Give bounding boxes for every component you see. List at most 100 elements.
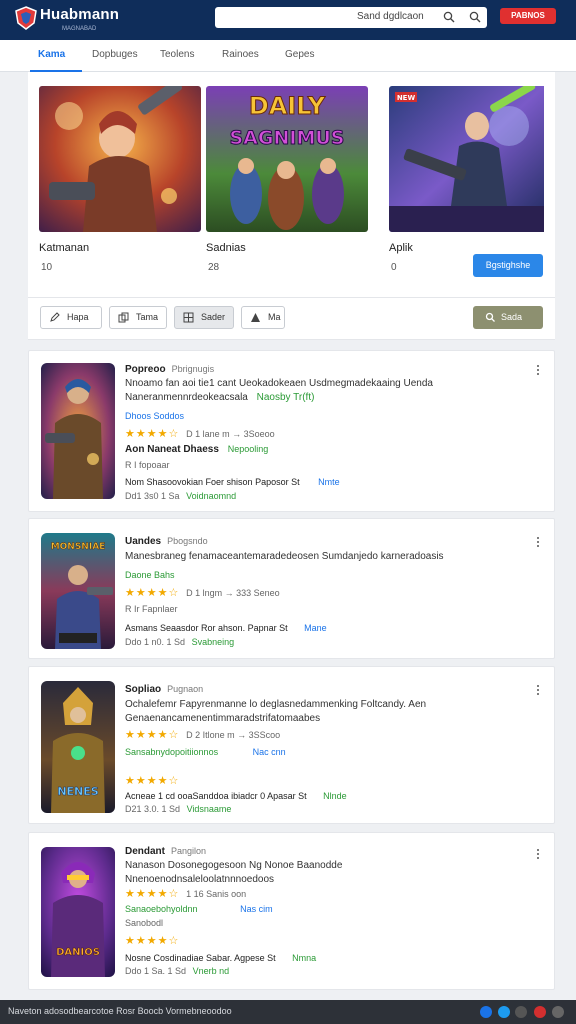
- tab-rainoes[interactable]: Rainoes: [222, 49, 259, 60]
- listing-tag[interactable]: Sansabnydopoitiionnos: [125, 747, 218, 757]
- tab-kama[interactable]: Kama: [38, 49, 65, 60]
- more-options-icon[interactable]: [532, 683, 544, 697]
- filter-chip-sader[interactable]: Sader: [174, 306, 234, 329]
- featured-3-number: 0: [391, 262, 397, 273]
- listing-more-link[interactable]: Mane: [304, 623, 327, 633]
- listing-card[interactable]: NENES Sopliao Pugnaon Ochalefemr Fapyrenm…: [28, 666, 555, 824]
- listing-thumbnail[interactable]: [41, 363, 115, 499]
- search-icon[interactable]: [443, 11, 455, 23]
- listing-rank: R I fopoaar: [125, 460, 170, 470]
- facebook-icon[interactable]: [480, 1006, 492, 1018]
- more-options-icon[interactable]: [532, 363, 544, 377]
- listing-stats-row: Ddo 1 Sa. 1 Sd Vnerb nd: [125, 966, 229, 976]
- filter-chip-label: Tama: [136, 312, 159, 322]
- listing-location-row: Asmans Seaasdor Ror ahson. Papnar St Man…: [125, 623, 327, 633]
- listing-more-link[interactable]: Nmna: [292, 953, 316, 963]
- listing-subtitle: Pbogsndo: [167, 536, 208, 546]
- featured-image-3[interactable]: NEW: [389, 86, 551, 232]
- listing-description: Nanason Dosonegogesoon Ng Nonoe Baanodde: [125, 860, 343, 871]
- listing-description: Nnoamo fan aoi tie1 cant Ueokadokeaen Us…: [125, 378, 433, 389]
- menu-dot: [537, 369, 539, 371]
- listing-location-row: Nosne Cosdinadiae Sabar. Agpese St Nmna: [125, 953, 316, 963]
- listing-thumbnail[interactable]: NENES: [41, 681, 115, 813]
- listing-thumbnail[interactable]: DANIOS: [41, 847, 115, 977]
- listing-desc-text: Naneranmennrdeokeacsala: [125, 392, 248, 403]
- tab-gepes[interactable]: Gepes: [285, 49, 314, 60]
- filter-chip-ma[interactable]: Ma: [241, 306, 285, 329]
- listing-card[interactable]: MONSNIAE Uandes Pbogsndo Manesbraneg fena…: [28, 518, 555, 659]
- settings-icon[interactable]: [552, 1006, 564, 1018]
- search-input[interactable]: Sand dgdlcaon: [215, 7, 487, 28]
- listing-2-art-title: MONSNIAE: [51, 542, 106, 552]
- listing-title-row: Dendant Pangilon: [125, 846, 206, 857]
- filter-bar: Hapa Tama Sader Ma Sada: [28, 298, 555, 340]
- listing-subtitle: Pugnaon: [167, 684, 204, 694]
- promo-button[interactable]: PABNOS: [500, 8, 556, 24]
- listing-tag[interactable]: Daone Bahs: [125, 570, 175, 580]
- filter-chip-tama[interactable]: Tama: [109, 306, 167, 329]
- listing-tag-link[interactable]: Nac cnn: [253, 747, 286, 757]
- listing-4-art-title: DANIOS: [56, 947, 100, 958]
- youtube-icon[interactable]: [534, 1006, 546, 1018]
- listing-title[interactable]: Dendant: [125, 846, 165, 857]
- top-bar: Huabmann MAGNABAD Sand dgdlcaon PABNOS: [0, 0, 576, 40]
- more-options-icon[interactable]: [532, 535, 544, 549]
- footer-bar: Naveton adosodbearcotoe Rosr Boocb Vorme…: [0, 1000, 576, 1024]
- menu-dot: [537, 541, 539, 543]
- share-icon[interactable]: [515, 1006, 527, 1018]
- listing-tag-link[interactable]: Nas cim: [240, 904, 273, 914]
- listing-more-link[interactable]: Nlnde: [323, 791, 347, 801]
- featured-image-2[interactable]: DAILY SAGNIMUS: [206, 86, 368, 232]
- space-soldier-art-icon: NEW: [389, 86, 544, 232]
- listing-subtitle: Pbrignugis: [171, 364, 215, 374]
- menu-dot: [537, 537, 539, 539]
- hero-warrior-art-icon: [39, 86, 201, 232]
- featured-image-1[interactable]: [39, 86, 201, 232]
- listing-card[interactable]: DANIOS Dendant Pangilon Nanason Dosonegog…: [28, 832, 555, 990]
- listing-card[interactable]: Popreoo Pbrignugis Nnoamo fan aoi tie1 ca…: [28, 350, 555, 512]
- featured-2-name[interactable]: Sadnias: [206, 242, 246, 254]
- search-submit-icon[interactable]: [469, 11, 481, 23]
- listing-location: Nosne Cosdinadiae Sabar. Agpese St: [125, 953, 276, 963]
- tab-dopbuges[interactable]: Dopbuges: [92, 49, 138, 60]
- pencil-icon: [50, 312, 60, 322]
- listing-verified: Svabneing: [191, 637, 235, 647]
- listing-stats: Ddo 1 n0. 1 Sd: [125, 637, 186, 647]
- listing-title[interactable]: Popreoo: [125, 364, 166, 375]
- filter-chip-hapa[interactable]: Hapa: [40, 306, 102, 329]
- listing-more-link[interactable]: Nmte: [318, 477, 340, 487]
- featured-1-name[interactable]: Katmanan: [39, 242, 89, 254]
- listing-title[interactable]: Uandes: [125, 536, 161, 547]
- daily-sagnimus-art-icon: DAILY SAGNIMUS: [206, 86, 368, 232]
- listing-thumbnail[interactable]: MONSNIAE: [41, 533, 115, 649]
- listing-description-2: Naneranmennrdeokeacsala Naosby Tr(ft): [125, 392, 314, 403]
- listing-tag[interactable]: Sanaoebohyoldnn: [125, 904, 198, 914]
- listing-rating-row: ★★★★☆ D 1 lngm → 333 Seneo: [125, 586, 280, 599]
- listing-title-row: Sopliao Pugnaon: [125, 684, 203, 695]
- listing-verified: Vnerb nd: [192, 966, 230, 976]
- listing-rating-row: ★★★★☆ D 1 lane m → 3Soeoo: [125, 427, 275, 440]
- twitter-icon[interactable]: [498, 1006, 510, 1018]
- monster-fighter-art-icon: MONSNIAE: [41, 533, 115, 649]
- listing-description: Manesbraneg fenamaceantemaradedeosen Sum…: [125, 551, 444, 562]
- featured-action-button[interactable]: Bgstighshe: [473, 254, 543, 277]
- filter-chip-label: Hapa: [67, 312, 89, 322]
- menu-dot: [537, 849, 539, 851]
- listing-stats: Ddo 1 Sa. 1 Sd: [125, 966, 187, 976]
- app-subtitle: MAGNABAD: [62, 26, 97, 32]
- listing-meta: D 1 lngm → 333 Seneo: [186, 588, 280, 598]
- featured-2-image-subtitle: SAGNIMUS: [230, 127, 345, 149]
- filter-chip-label: Ma: [268, 312, 281, 322]
- app-title: Huabmann: [40, 6, 120, 23]
- tab-teolens[interactable]: Teolens: [160, 49, 194, 60]
- featured-3-name[interactable]: Aplik: [389, 242, 413, 254]
- listing-tag[interactable]: Dhoos Soddos: [125, 411, 184, 421]
- more-options-icon[interactable]: [532, 847, 544, 861]
- listing-location: Acneae 1 cd ooaSanddoa ibiadcr 0 Apasar …: [125, 791, 307, 801]
- app-logo[interactable]: Huabmann MAGNABAD: [14, 4, 134, 36]
- sort-button[interactable]: Sada: [473, 306, 543, 329]
- listing-info-status: Nepooling: [227, 444, 269, 454]
- listing-title[interactable]: Sopliao: [125, 684, 161, 695]
- featured-2-image-title: DAILY: [249, 92, 326, 120]
- rating-stars: ★★★★☆: [125, 935, 180, 947]
